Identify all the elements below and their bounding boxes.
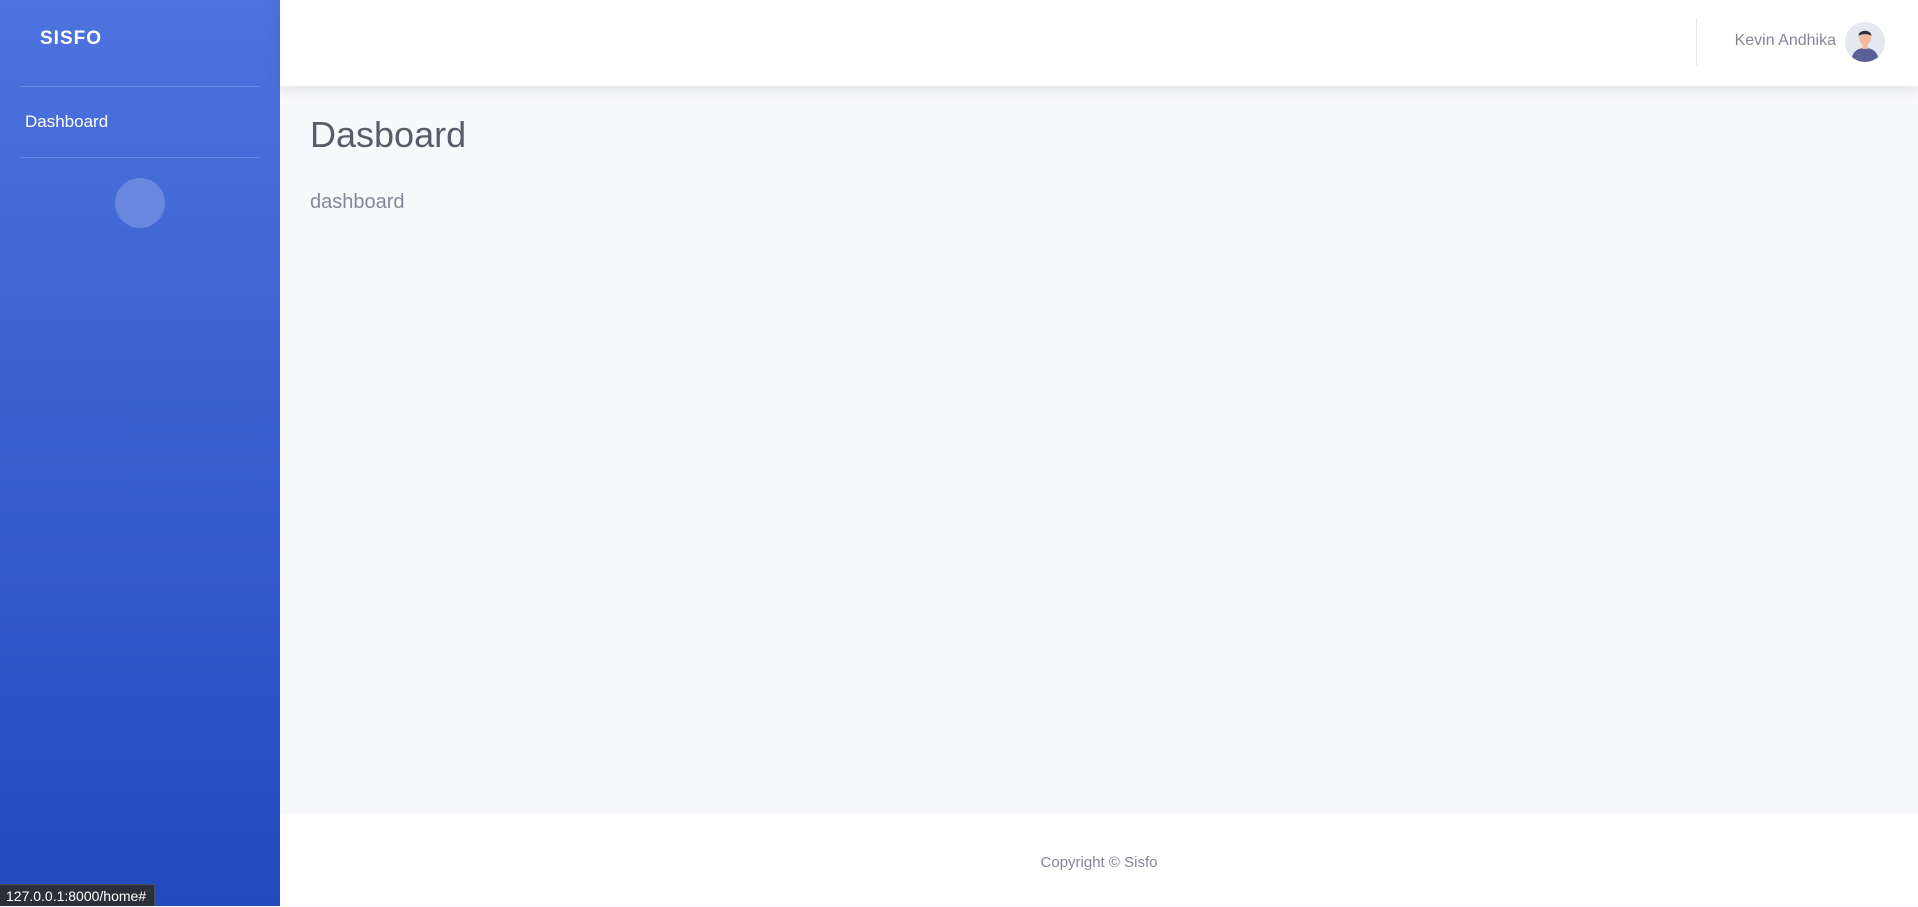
sidebar-divider: [20, 86, 260, 87]
brand-logo[interactable]: SISFO: [40, 28, 102, 50]
copyright-text: Copyright © Sisfo: [1040, 854, 1158, 871]
topbar: Kevin Andhika: [280, 0, 1918, 86]
user-name[interactable]: Kevin Andhika: [1735, 32, 1836, 50]
sidebar-item-dashboard[interactable]: Dashboard: [0, 104, 280, 140]
main-content: Dasboard dashboard: [280, 86, 1918, 814]
status-bar-url: 127.0.0.1:8000/home#: [0, 884, 156, 906]
topbar-divider: [1696, 18, 1697, 66]
footer: Copyright © Sisfo: [280, 814, 1918, 906]
page-title: Dasboard: [310, 114, 467, 155]
page-text: dashboard: [310, 191, 405, 213]
user-avatar-icon[interactable]: [1845, 22, 1885, 62]
sidebar-divider: [20, 157, 260, 158]
sidebar: SISFO Dashboard: [0, 0, 280, 906]
sidebar-toggle-button[interactable]: [115, 178, 165, 228]
